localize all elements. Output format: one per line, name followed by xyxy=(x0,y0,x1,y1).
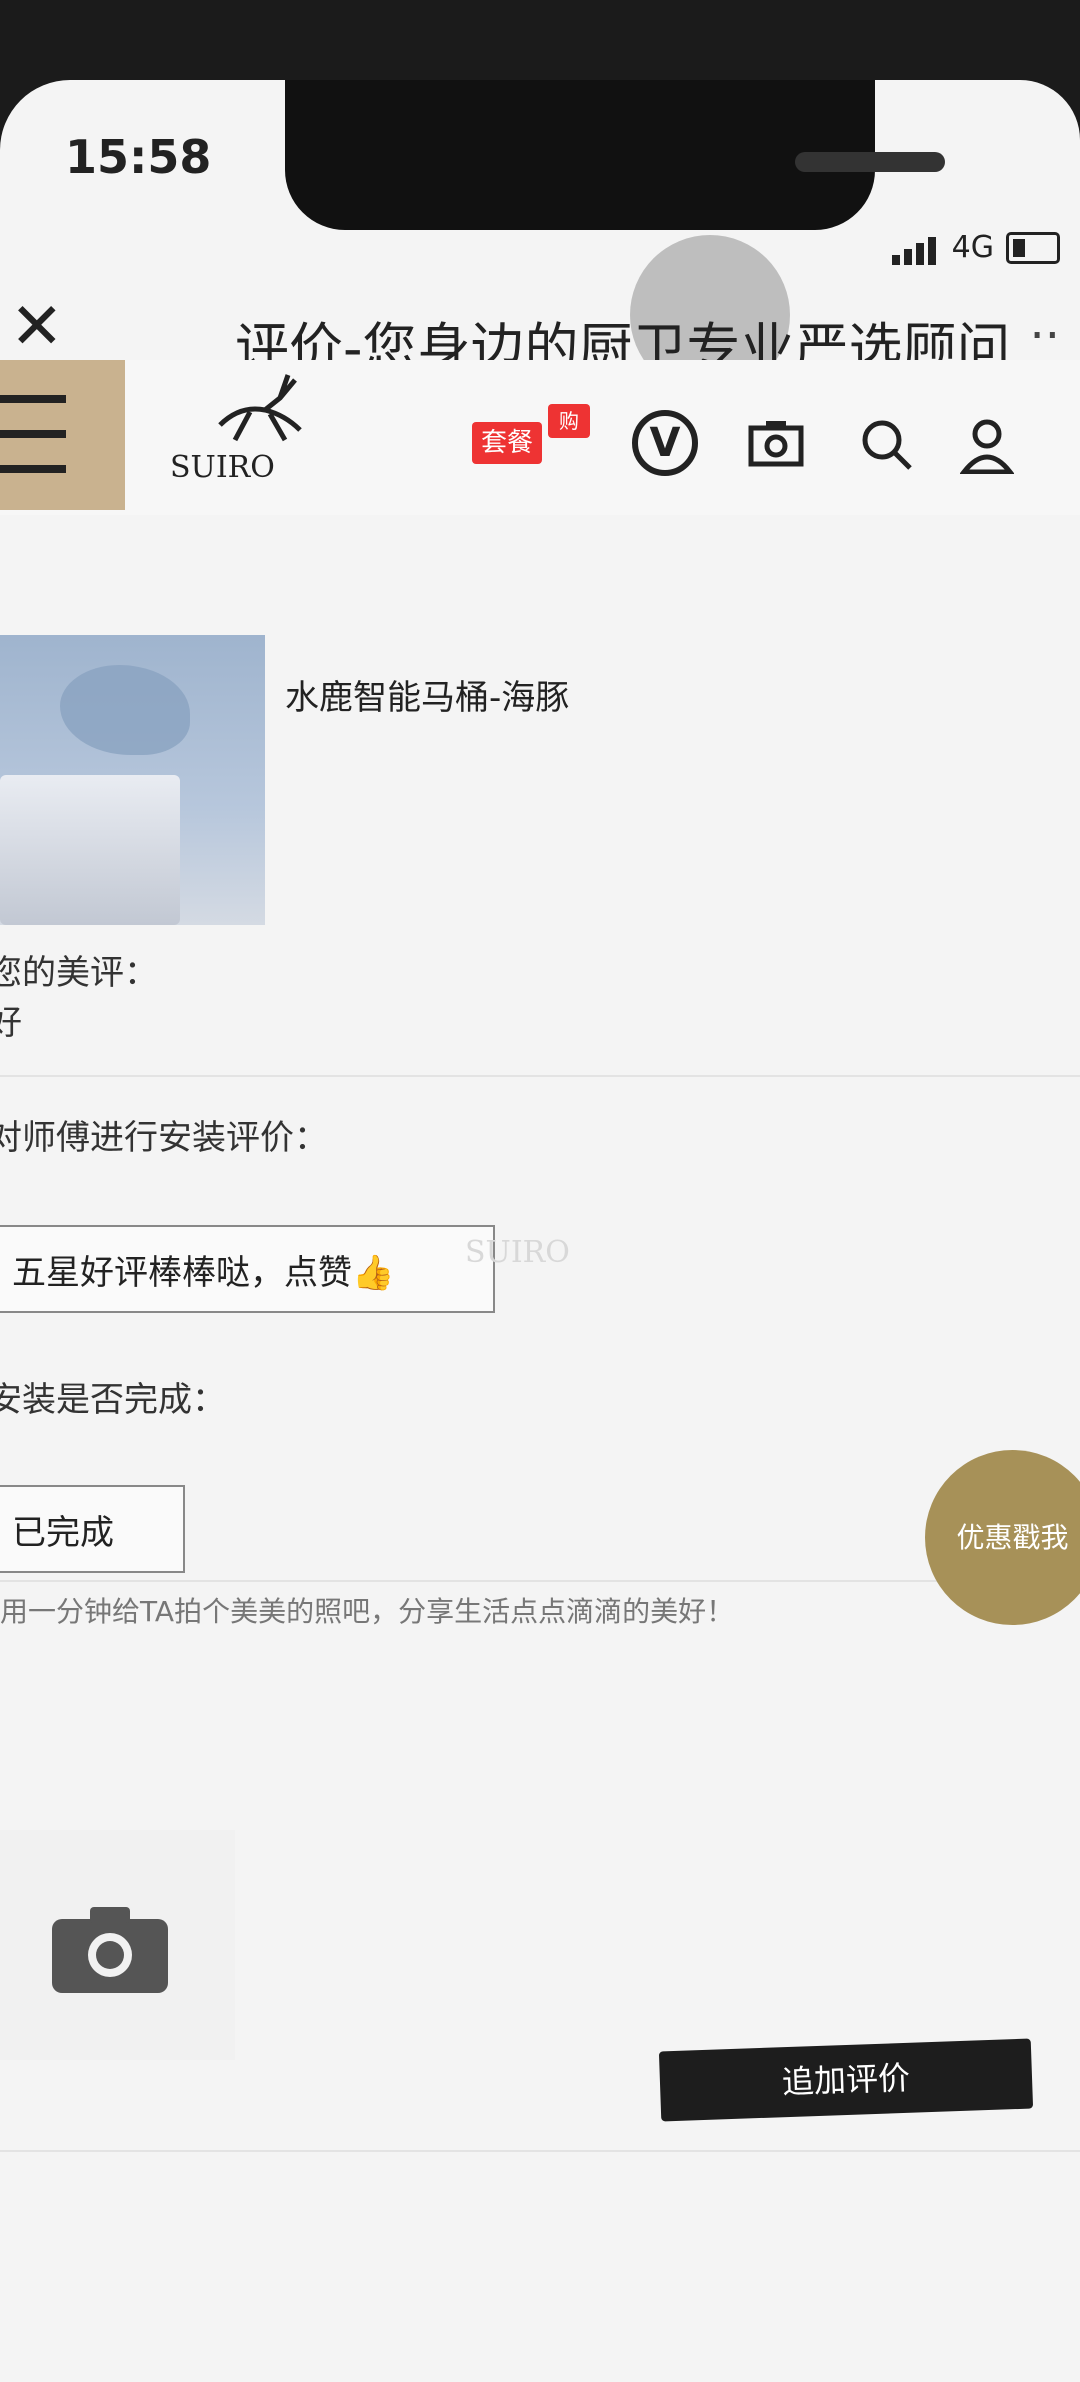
product-name: 水鹿智能马桶-海豚 xyxy=(285,678,570,718)
divider xyxy=(0,2150,1080,2152)
add-review-button[interactable]: 追加评价 xyxy=(658,2038,1034,2122)
deer-logo-icon xyxy=(218,374,302,442)
product-image[interactable] xyxy=(0,635,265,925)
network-label: 4G xyxy=(951,230,994,265)
photo-upload-area[interactable] xyxy=(0,1830,235,2060)
coupon-button[interactable]: 优惠戳我 xyxy=(925,1450,1080,1625)
more-icon[interactable]: ·· xyxy=(1029,308,1060,364)
install-review-label: 对师傅进行安装评价： xyxy=(0,1118,328,1158)
install-review-field[interactable]: 五星好评棒棒哒，点赞👍 xyxy=(0,1225,495,1313)
menu-icon[interactable] xyxy=(0,360,125,510)
signal-icon xyxy=(891,230,940,265)
dolphin-graphic xyxy=(60,665,190,755)
photo-upload-icon xyxy=(52,1907,168,1993)
divider xyxy=(0,1580,1000,1582)
install-done-label: 安装是否完成： xyxy=(0,1380,226,1420)
logo-text: SUIRO xyxy=(170,450,275,485)
toilet-graphic xyxy=(0,775,180,925)
speaker xyxy=(795,152,945,172)
status-bar: 4G xyxy=(891,230,1060,265)
package-deal-sub-badge: 购 xyxy=(548,404,590,438)
watermark-text: SUIRO xyxy=(465,1235,570,1270)
camera-icon[interactable] xyxy=(748,418,804,468)
photo-hint: 用一分钟给TA拍个美美的照吧，分享生活点点滴滴的美好！ xyxy=(0,1595,735,1628)
package-deal-badge[interactable]: 套餐 xyxy=(472,422,542,464)
search-icon[interactable] xyxy=(858,416,914,472)
site-logo[interactable]: SUIRO xyxy=(170,370,330,490)
vip-icon[interactable]: V xyxy=(632,410,698,476)
phone-screen: 15:58 4G ✕ 评价-您身边的厨卫专业严选顾问 ·· SUIRO 套餐 购… xyxy=(0,80,1080,2382)
praise-value: 好 xyxy=(0,1003,22,1043)
notch xyxy=(285,80,945,230)
user-icon[interactable] xyxy=(960,418,1014,474)
status-time: 15:58 xyxy=(65,130,212,184)
install-done-field[interactable]: 已完成 xyxy=(0,1485,185,1573)
praise-label: 您的美评： xyxy=(0,953,158,993)
divider xyxy=(0,1075,1080,1077)
close-icon[interactable]: ✕ xyxy=(10,290,64,364)
site-navbar: SUIRO 套餐 购 V xyxy=(0,360,1080,515)
battery-icon xyxy=(1006,231,1060,264)
